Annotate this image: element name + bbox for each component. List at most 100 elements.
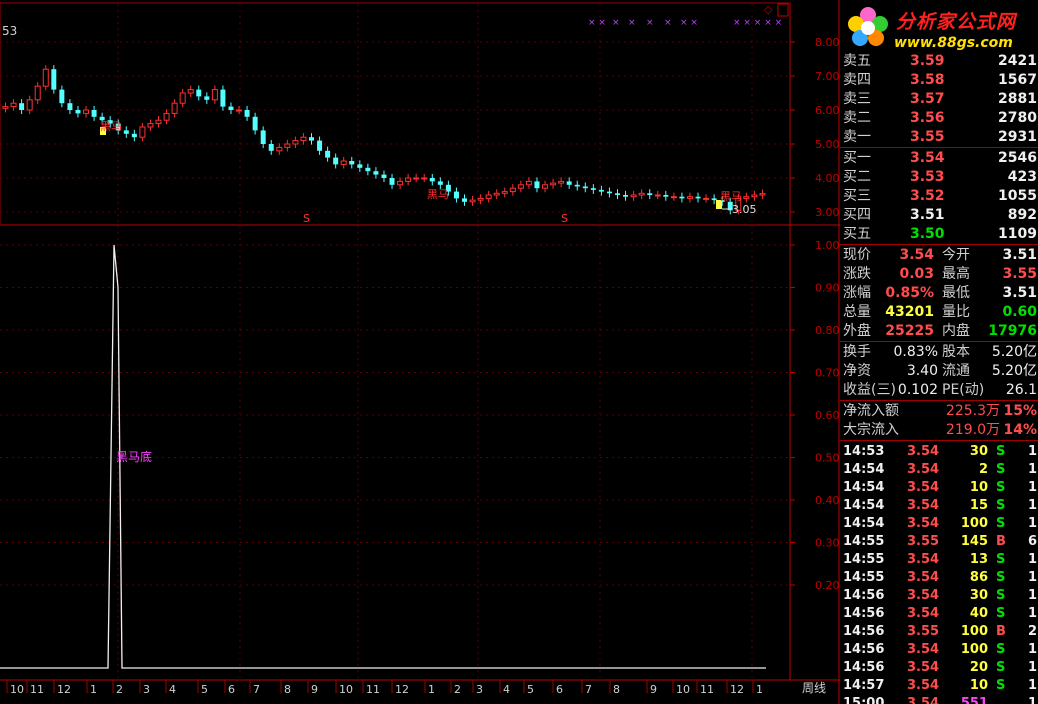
bid-level-row[interactable]: 买四 3.51 892 (840, 206, 1038, 225)
tick-row[interactable]: 14:56 3.55 100 B 2 (840, 622, 1038, 641)
share-capital-label: 股本 (942, 344, 970, 360)
indicator-axis-label: 0.80 (815, 324, 840, 337)
diamond-icon[interactable]: ◇ (764, 3, 773, 16)
ask-level-row[interactable]: 卖一 3.55 2931 (840, 128, 1038, 147)
tick-row[interactable]: 14:55 3.54 13 S 1 (840, 550, 1038, 569)
level-price: 3.52 (910, 188, 945, 204)
svg-text:×: × (664, 18, 672, 28)
bid-level-row[interactable]: 买五 3.50 1109 (840, 225, 1038, 244)
tick-price: 3.55 (907, 534, 940, 549)
month-label: 8 (284, 683, 291, 696)
candle-body-down (679, 196, 685, 199)
tick-row[interactable]: 14:54 3.54 100 S 1 (840, 514, 1038, 533)
tick-row[interactable]: 14:56 3.54 100 S 1 (840, 640, 1038, 659)
bid-level-row[interactable]: 买二 3.53 423 (840, 168, 1038, 187)
tick-volume: 10 (969, 480, 988, 495)
level-label: 买一 (843, 150, 871, 166)
period-label[interactable]: 周线 (802, 681, 826, 695)
ask-level-row[interactable]: 卖二 3.56 2780 (840, 109, 1038, 128)
candle-body-up (558, 180, 565, 184)
bid-level-row[interactable]: 买三 3.52 1055 (840, 187, 1038, 206)
candle-body-up (517, 184, 524, 189)
candle-body-down (534, 181, 540, 189)
tick-row[interactable]: 14:54 3.54 2 S 1 (840, 460, 1038, 479)
tick-row[interactable]: 14:56 3.54 20 S 1 (840, 658, 1038, 677)
candle-body-up (284, 143, 291, 148)
month-label: 4 (503, 683, 510, 696)
candle-body-down (566, 181, 572, 185)
candle-body-down (75, 110, 81, 114)
candle-body-up (292, 140, 299, 145)
tick-volume: 145 (960, 534, 988, 549)
month-label: 1 (756, 683, 763, 696)
net-assets-label: 净资 (843, 363, 871, 379)
candle-body-up (509, 187, 516, 193)
tick-row[interactable]: 14:56 3.54 40 S 1 (840, 604, 1038, 623)
inner-volume-value: 17976 (988, 323, 1037, 339)
tick-row[interactable]: 14:53 3.54 30 S 1 (840, 442, 1038, 461)
candle-body-down (590, 188, 596, 190)
level-label: 买二 (843, 169, 871, 185)
tick-price: 3.54 (907, 696, 940, 704)
tick-price: 3.54 (907, 444, 940, 459)
open-label: 今开 (942, 247, 970, 263)
open-value: 3.51 (1002, 247, 1037, 263)
bid-level-row[interactable]: 买一 3.54 2546 (840, 149, 1038, 168)
tick-row[interactable]: 14:55 3.54 86 S 1 (840, 568, 1038, 587)
tick-count: 2 (1028, 624, 1038, 639)
tick-row[interactable]: 14:57 3.54 10 S 1 (840, 676, 1038, 695)
candle-body-down (647, 193, 653, 195)
block-inflow-value: 219.0万 (945, 422, 1000, 438)
price-axis-label: 7.00 (815, 70, 840, 83)
tick-time: 14:56 (843, 606, 885, 621)
share-capital-value: 5.20亿 (991, 344, 1037, 360)
tick-row[interactable]: 14:54 3.54 15 S 1 (840, 496, 1038, 515)
ask-level-row[interactable]: 卖三 3.57 2881 (840, 90, 1038, 109)
level-volume: 2931 (998, 129, 1037, 145)
buy-marker-3: 黑马 (720, 190, 742, 203)
tick-row[interactable]: 15:00 3.54 551 13 (840, 694, 1038, 704)
net-assets-value: 3.40 (906, 363, 938, 379)
tick-row[interactable]: 14:55 3.55 145 B 6 (840, 532, 1038, 551)
month-label: 9 (311, 683, 318, 696)
tick-volume: 100 (960, 516, 988, 531)
ask-level-row[interactable]: 卖五 3.59 2421 (840, 52, 1038, 71)
inner-volume-label: 内盘 (942, 323, 970, 339)
kline-chart-area[interactable]: 8.00 7.00 6.00 5.00 4.00 3.00 1.00 0.90 0.80 0.7… (0, 0, 840, 704)
svg-text:×: × (628, 18, 636, 28)
candle-body-up (525, 180, 532, 186)
candle-body-up (2, 106, 9, 109)
candle-body-up (751, 194, 758, 198)
buy-marker-1: 黑马 (100, 120, 122, 133)
candle-body-up (171, 102, 178, 114)
level-label: 卖四 (843, 72, 871, 88)
tick-direction: S (996, 678, 1006, 693)
site-logo: 分析家公式网 www.88gs.com (840, 0, 1038, 55)
month-label: 3 (143, 683, 150, 696)
ask-level-row[interactable]: 卖四 3.58 1567 (840, 71, 1038, 90)
level-label: 买四 (843, 207, 871, 223)
block-inflow-pct: 14% (1003, 422, 1037, 438)
month-label: 1 (90, 683, 97, 696)
svg-text:×: × (612, 18, 620, 28)
level-price: 3.50 (910, 226, 945, 242)
candle-body-up (759, 193, 766, 196)
candle-body-down (123, 130, 129, 134)
eps-value: 0.102 (897, 382, 938, 398)
orderbook-divider (840, 147, 1038, 148)
level-volume: 1567 (998, 72, 1037, 88)
candle-body-down (582, 186, 588, 189)
candle-body-down (429, 178, 435, 182)
change-value: 0.03 (899, 266, 934, 282)
tick-volume: 13 (969, 552, 988, 567)
tick-row[interactable]: 14:54 3.54 10 S 1 (840, 478, 1038, 497)
tick-time: 14:56 (843, 624, 885, 639)
candle-body-down (333, 157, 339, 165)
level-label: 卖五 (843, 53, 871, 69)
level-volume: 892 (1007, 207, 1037, 223)
tick-row[interactable]: 14:56 3.54 30 S 1 (840, 586, 1038, 605)
tick-direction: S (996, 480, 1006, 495)
month-label: 11 (30, 683, 44, 696)
window-icon[interactable] (777, 3, 789, 17)
tick-volume: 40 (969, 606, 988, 621)
